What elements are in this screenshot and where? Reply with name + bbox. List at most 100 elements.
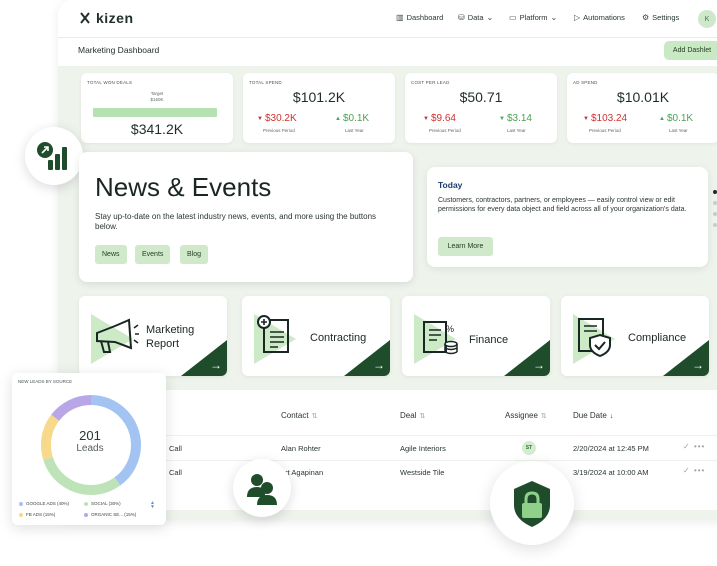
last-caption: Last Year [669, 128, 688, 133]
news-chip[interactable]: News [95, 245, 127, 264]
nav-automations-label: Automations [583, 13, 625, 22]
column-header-assignee[interactable]: Assignee ⇅ [505, 411, 547, 420]
user-avatar[interactable]: K [698, 10, 716, 28]
nav-automations[interactable]: ▷ Automations [574, 13, 625, 22]
prev-value: $30.2K [264, 113, 297, 124]
check-icon[interactable]: ✓ [683, 442, 691, 451]
kpi-label: TOTAL SPEND [249, 80, 282, 85]
row-actions[interactable]: ✓ ••• [683, 442, 705, 451]
leads-title: NEW LEADS BY SOURCE [18, 379, 73, 384]
kpi-cost-per-lead[interactable]: COST PER LEAD $50.71 ▼ $9.64 Previous Per… [405, 73, 557, 143]
kpi-last-change: ▼ $3.14 [499, 113, 532, 124]
legend-scroll-icon[interactable]: ▲ ▼ [150, 501, 155, 510]
kpi-value: $341.2K [130, 121, 184, 137]
cell-deal[interactable]: Agile Interiors [400, 444, 446, 453]
kpi-value: $10.01K [616, 89, 670, 105]
check-icon[interactable]: ✓ [683, 466, 691, 475]
brand-name: kizen [96, 10, 134, 26]
cell-type: Call [169, 468, 182, 477]
last-value: $0.1K [666, 113, 694, 124]
last-value: $0.1K [342, 113, 370, 124]
column-header-contact[interactable]: Contact ⇅ [281, 411, 317, 420]
legend-item: FB ADS (15%) [19, 512, 55, 517]
legend-swatch [84, 512, 88, 517]
kpi-label: TOTAL WON DEALS [87, 80, 133, 85]
nav-platform-label: Platform [519, 13, 548, 22]
analytics-badge [25, 127, 83, 185]
legend-item: SOCIAL (30%) [84, 501, 121, 506]
news-title: News & Events [95, 172, 272, 202]
more-icon[interactable]: ••• [694, 442, 705, 451]
nav-platform[interactable]: ▭ Platform ⌄ [509, 13, 557, 22]
arrow-down-icon: ▼ [583, 115, 589, 122]
header-label: Assignee [505, 411, 538, 420]
header-label: Contact [281, 411, 309, 420]
today-description: Customers, contractors, partners, or emp… [438, 197, 687, 213]
nav-dashboard[interactable]: ▥ Dashboard [396, 13, 443, 22]
tile-label: Finance [469, 334, 509, 346]
kpi-label: COST PER LEAD [411, 80, 450, 85]
cell-due-date: 2/20/2024 at 12:45 PM [573, 444, 649, 453]
column-header-due-date[interactable]: Due Date ↓ [573, 411, 613, 420]
legend-swatch [19, 512, 23, 517]
tile-label-line: Marketing [146, 324, 195, 336]
target-progress-bar [93, 108, 217, 117]
row-divider [79, 460, 717, 461]
column-header-deal[interactable]: Deal ⇅ [400, 411, 425, 420]
last-caption: Last Year [345, 128, 364, 133]
kpi-label: AD SPEND [573, 80, 598, 85]
arrow-up-icon: ▲ [335, 115, 341, 122]
cell-deal[interactable]: Westside Tile [400, 468, 444, 477]
finance-icon: % [423, 321, 458, 355]
row-actions[interactable]: ✓ ••• [683, 466, 705, 475]
blog-chip[interactable]: Blog [180, 245, 209, 264]
sort-icon: ⇅ [540, 413, 547, 420]
kpi-prev-change: ▼ $103.24 [583, 113, 627, 124]
legend-label: ORGANIC SE... (15%) [91, 512, 137, 517]
header-label: Due Date [573, 411, 607, 420]
nav-settings[interactable]: ⚙ Settings [642, 13, 679, 22]
kpi-prev-change: ▼ $30.2K [257, 113, 297, 124]
today-title: Today [438, 180, 463, 190]
kpi-total-spend[interactable]: TOTAL SPEND $101.2K ▼ $30.2K Previous Per… [243, 73, 395, 143]
play-icon: ▷ [574, 13, 581, 22]
assignee-avatar[interactable]: ST [522, 441, 536, 455]
sort-icon: ⇅ [419, 413, 426, 420]
target-value: $160K [150, 96, 164, 102]
prev-caption: Previous Period [429, 128, 461, 133]
arrow-right-icon: → [373, 358, 385, 372]
kpi-prev-change: ▼ $9.64 [423, 113, 456, 124]
today-card: Today Customers, contractors, partners, … [427, 167, 708, 267]
sort-desc-icon: ↓ [609, 413, 614, 420]
kpi-ad-spend[interactable]: AD SPEND $10.01K ▼ $103.24 Previous Perio… [567, 73, 717, 143]
gear-icon: ⚙ [642, 13, 650, 22]
kpi-total-won-deals[interactable]: TOTAL WON DEALS Target $160K $341.2K [81, 73, 233, 143]
compliance-icon [578, 318, 611, 358]
new-leads-card: NEW LEADS BY SOURCE 201 Leads GOOGLE ADS… [12, 373, 166, 525]
cell-contact[interactable]: Alan Rohter [281, 444, 321, 453]
learn-more-button[interactable]: Learn More [438, 237, 493, 256]
tile-compliance[interactable]: Compliance → [561, 296, 709, 376]
chevron-down-icon: ⌄ [550, 13, 558, 22]
brand-logo[interactable]: kizen [78, 10, 134, 26]
contract-icon [257, 315, 289, 353]
activities-table: Contact ⇅ Deal ⇅ Assignee ⇅ Due Date ↓ Call … [79, 390, 717, 510]
arrow-down-icon: ▼ [423, 115, 429, 122]
carousel-dot[interactable] [713, 201, 717, 205]
arrow-right-icon: → [533, 358, 545, 372]
add-dashlet-button[interactable]: Add Dashlet [664, 41, 717, 60]
carousel-dot[interactable] [713, 190, 717, 194]
database-icon: ⛁ [458, 13, 465, 22]
events-chip[interactable]: Events [135, 245, 171, 264]
nav-data[interactable]: ⛁ Data ⌄ [458, 13, 493, 22]
more-icon[interactable]: ••• [694, 466, 705, 475]
carousel-dot[interactable] [713, 223, 717, 227]
last-value: $3.14 [506, 113, 532, 124]
tile-marketing-report[interactable]: Marketing Report → [79, 296, 227, 376]
tile-finance[interactable]: % Finance → [402, 296, 550, 376]
tile-contracting[interactable]: Contracting → [242, 296, 390, 376]
stage: kizen ▥ Dashboard ⛁ Data ⌄ ▭ Platform ⌄ … [0, 0, 717, 566]
kpi-last-change: ▲ $0.1K [335, 113, 369, 124]
shield-lock-icon [514, 481, 550, 527]
carousel-dot[interactable] [713, 212, 717, 216]
